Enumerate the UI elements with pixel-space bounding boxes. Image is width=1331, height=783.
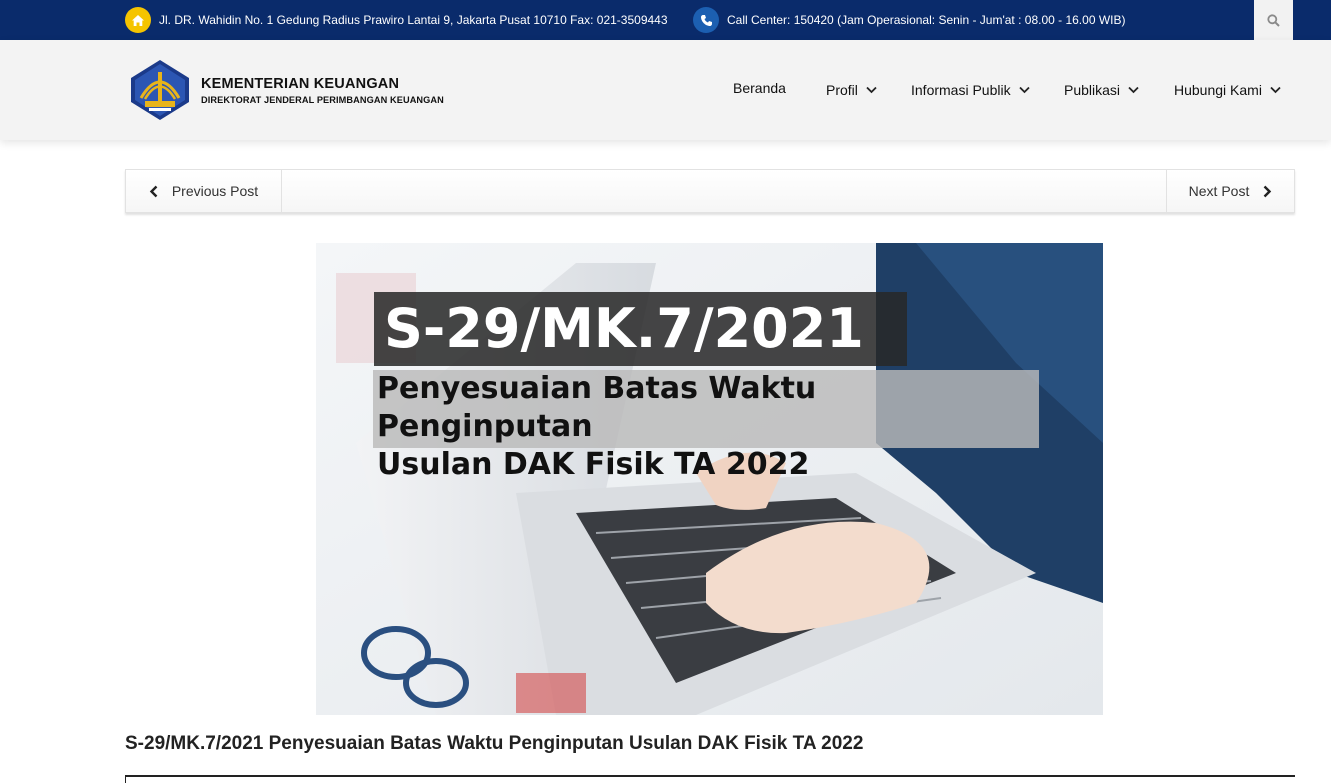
nav-informasi-publik-label: Informasi Publik <box>911 82 1011 98</box>
home-icon <box>125 7 151 33</box>
nav-beranda-label: Beranda <box>733 80 786 96</box>
chevron-right-icon <box>1263 185 1272 197</box>
chevron-down-icon <box>1018 86 1030 94</box>
logo-title: KEMENTERIAN KEUANGAN <box>201 75 400 92</box>
topbar-divider <box>1293 0 1295 40</box>
previous-post-button[interactable]: Previous Post <box>126 170 282 212</box>
nav-beranda[interactable]: Beranda <box>733 38 786 138</box>
address-info: Jl. DR. Wahidin No. 1 Gedung Radius Praw… <box>125 0 668 40</box>
hero-subheadline-line-2: Usulan DAK Fisik TA 2022 <box>377 447 810 482</box>
nav-hubungi-kami-label: Hubungi Kami <box>1174 82 1262 98</box>
site-logo[interactable]: KEMENTERIAN KEUANGAN DIREKTORAT JENDERAL… <box>127 58 447 122</box>
next-post-label: Next Post <box>1188 183 1250 199</box>
nav-publikasi-label: Publikasi <box>1064 82 1121 98</box>
featured-image: S-29/MK.7/2021 Penyesuaian Batas Waktu P… <box>316 243 1103 715</box>
post-title: S-29/MK.7/2021 Penyesuaian Batas Waktu P… <box>125 733 864 754</box>
nav-publikasi[interactable]: Publikasi <box>1064 40 1139 140</box>
post-navigation: Previous Post Next Post <box>125 169 1295 213</box>
previous-post-label: Previous Post <box>171 183 259 199</box>
nav-hubungi-kami[interactable]: Hubungi Kami <box>1174 40 1281 140</box>
next-post-button[interactable]: Next Post <box>1166 170 1294 212</box>
phone-icon <box>693 7 719 33</box>
logo-subtitle: DIREKTORAT JENDERAL PERIMBANGAN KEUANGAN <box>201 94 444 105</box>
call-center-info: Call Center: 150420 (Jam Operasional: Se… <box>693 0 1125 40</box>
hero-subheadline-line-1: Penyesuaian Batas Waktu Penginputan <box>377 371 817 444</box>
hero-headline: S-29/MK.7/2021 <box>374 292 907 366</box>
chevron-down-icon <box>1128 86 1139 94</box>
hero-subheadline: Penyesuaian Batas Waktu Penginputan Usul… <box>373 370 1039 482</box>
top-info-bar: Jl. DR. Wahidin No. 1 Gedung Radius Praw… <box>0 0 1331 40</box>
chevron-left-icon <box>149 185 158 197</box>
kemenkeu-emblem-icon <box>131 60 189 120</box>
call-center-text: Call Center: 150420 (Jam Operasional: Se… <box>727 13 1126 27</box>
content-box-edge <box>125 775 126 783</box>
chevron-down-icon <box>866 86 877 94</box>
nav-profil-label: Profil <box>826 82 858 98</box>
search-icon <box>1267 13 1280 27</box>
content-divider <box>125 775 1295 777</box>
nav-informasi-publik[interactable]: Informasi Publik <box>911 40 1030 140</box>
nav-profil[interactable]: Profil <box>826 40 877 140</box>
chevron-down-icon <box>1270 86 1281 94</box>
address-text: Jl. DR. Wahidin No. 1 Gedung Radius Praw… <box>159 13 668 27</box>
search-button[interactable] <box>1254 0 1293 40</box>
